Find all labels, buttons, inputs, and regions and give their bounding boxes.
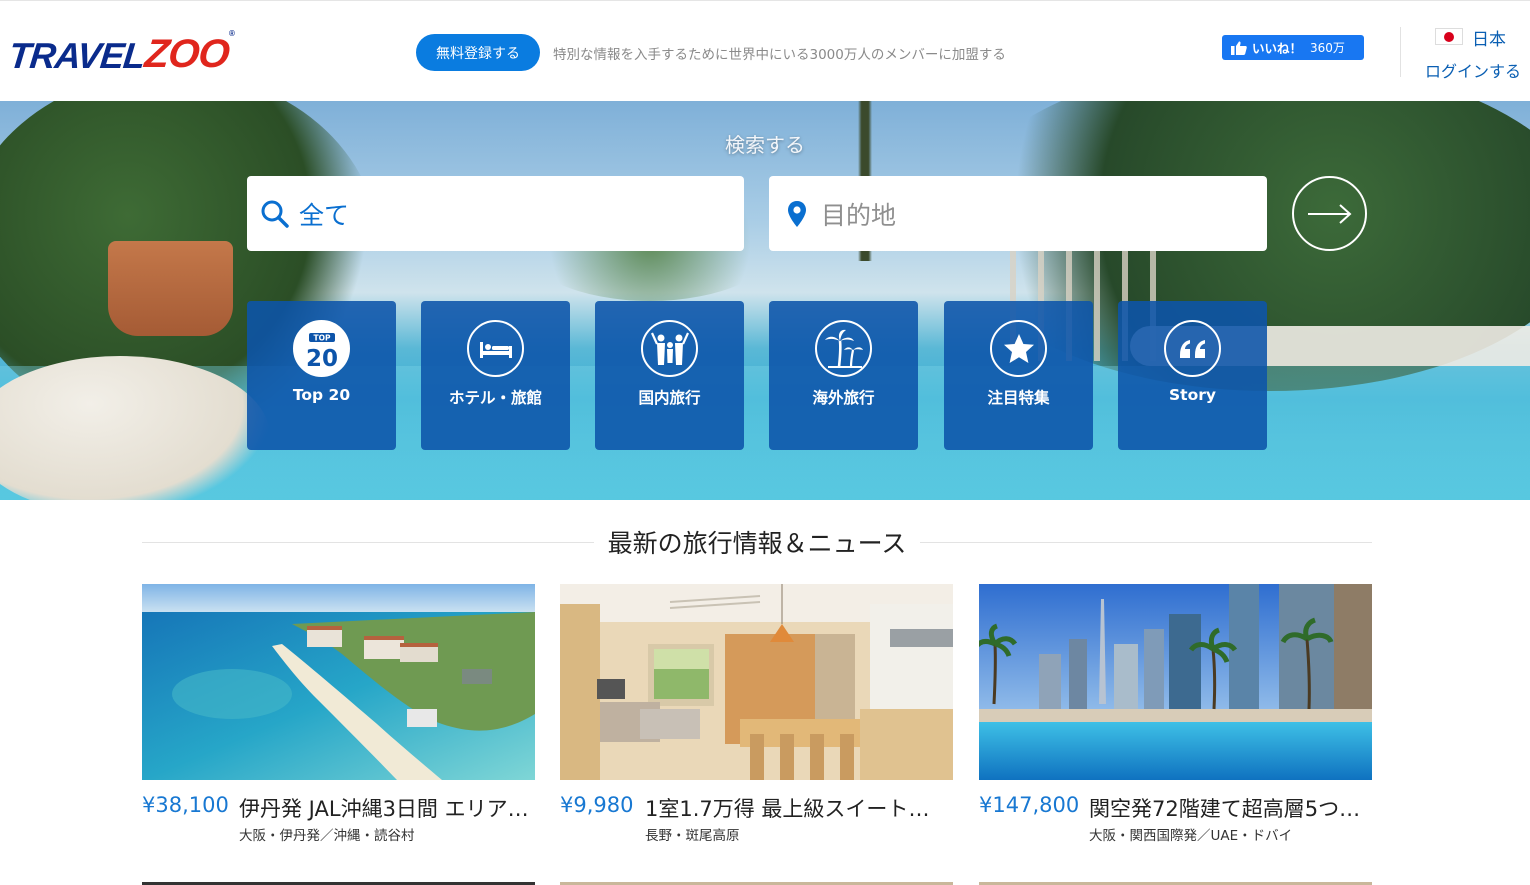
search-submit-button[interactable] (1292, 176, 1367, 251)
logo-travel-text: TRAVEL (6, 35, 147, 76)
deal-card[interactable]: ¥9,980 1室1.7万得 最上級スイート含… 長野・斑尾高原 (560, 584, 953, 854)
destination-placeholder: 目的地 (821, 200, 897, 230)
tile-label: Story (1169, 386, 1216, 404)
signup-tagline: 特別な情報を入手するために世界中にいる3000万人のメンバーに加盟する (553, 47, 1006, 63)
deal-title[interactable]: 伊丹発 JAL沖縄3日間 エリア1… (239, 793, 535, 823)
like-count: 360万 (1310, 41, 1345, 55)
login-link[interactable]: ログインする (1425, 58, 1521, 82)
heading-rule-right (920, 541, 1373, 543)
tile-label: 国内旅行 (638, 389, 701, 407)
category-search-input[interactable]: 全て (247, 176, 744, 251)
deal-card[interactable]: ¥147,800 関空発72階建て超高層5つ… 大阪・関西国際発／UAE・ドバイ (979, 584, 1372, 854)
deal-image-dubai-pool[interactable] (979, 584, 1372, 780)
news-section-title: 最新の旅行情報＆ニュース (607, 529, 907, 558)
tile-featured[interactable]: 注目特集 (944, 301, 1093, 450)
quote-icon (1164, 320, 1221, 377)
tile-top20[interactable]: TOP 20 Top 20 (247, 301, 396, 450)
hero-banner: 検索する 全て 目的地 TOP 20 Top 20 ホテル・旅館 国内旅行 海外… (0, 101, 1530, 500)
country-selector[interactable]: 日本 (1472, 25, 1506, 50)
deal-location: 長野・斑尾高原 (645, 828, 740, 844)
search-icon (261, 200, 289, 228)
tile-label: ホテル・旅館 (448, 389, 542, 407)
tile-story[interactable]: Story (1118, 301, 1267, 450)
signup-button[interactable]: 無料登録する (416, 34, 540, 71)
news-section-heading: 最新の旅行情報＆ニュース (142, 522, 1373, 562)
thumbs-up-icon (1231, 41, 1247, 55)
tile-domestic[interactable]: 国内旅行 (595, 301, 744, 450)
deal-card[interactable]: ¥38,100 伊丹発 JAL沖縄3日間 エリア1… 大阪・伊丹発／沖縄・読谷村 (142, 584, 535, 854)
search-heading: 検索する (725, 133, 805, 157)
heading-rule-left (142, 541, 594, 543)
travelzoo-logo[interactable]: TRAVEL ZOO ® (6, 29, 235, 77)
deal-location: 大阪・伊丹発／沖縄・読谷村 (239, 828, 415, 844)
tile-hotel[interactable]: ホテル・旅館 (421, 301, 570, 450)
deal-price: ¥9,980 (560, 793, 634, 817)
bed-icon (467, 320, 524, 377)
tile-overseas[interactable]: 海外旅行 (769, 301, 918, 450)
tile-label: 注目特集 (987, 389, 1050, 407)
logo-zoo-text: ZOO (143, 32, 232, 76)
header-divider (1400, 27, 1401, 77)
top20-icon: TOP 20 (293, 320, 350, 377)
destination-search-input[interactable]: 目的地 (769, 176, 1267, 251)
palm-tree-icon (815, 320, 872, 377)
svg-text:TOP: TOP (313, 333, 330, 342)
japan-flag-icon[interactable] (1435, 28, 1463, 45)
facebook-like-button[interactable]: いいね！ 360万 (1222, 35, 1364, 60)
family-icon (641, 320, 698, 377)
deal-title[interactable]: 関空発72階建て超高層5つ… (1089, 793, 1372, 823)
category-search-value: 全て (299, 200, 350, 230)
deal-image-okinawa-beach[interactable] (142, 584, 535, 780)
deal-price: ¥147,800 (979, 793, 1080, 817)
like-label: いいね！ (1252, 41, 1303, 56)
deal-title[interactable]: 1室1.7万得 最上級スイート含… (645, 793, 945, 823)
star-icon (990, 320, 1047, 377)
deal-location: 大阪・関西国際発／UAE・ドバイ (1089, 828, 1293, 844)
site-header: TRAVEL ZOO ® 無料登録する 特別な情報を入手するために世界中にいる3… (0, 0, 1530, 101)
tile-label: 海外旅行 (812, 389, 875, 407)
deal-image-hotel-suite[interactable] (560, 584, 953, 780)
deal-price: ¥38,100 (142, 793, 229, 817)
tile-label: Top 20 (292, 386, 351, 404)
arrow-right-icon (1307, 203, 1351, 224)
location-pin-icon (788, 200, 806, 227)
svg-text:20: 20 (305, 346, 337, 372)
